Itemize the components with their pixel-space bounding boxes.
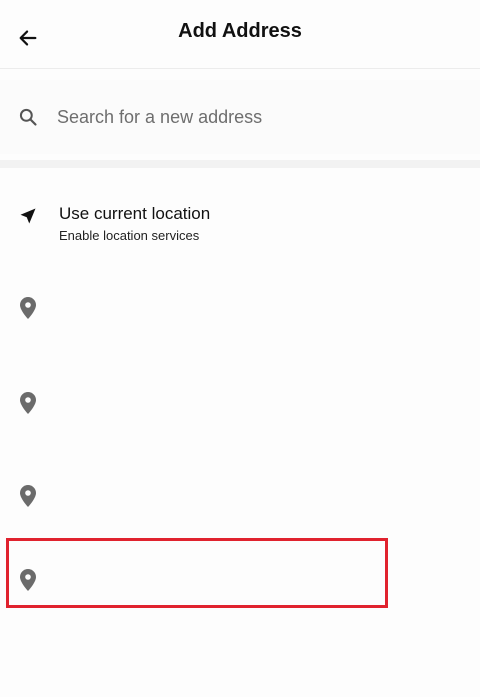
saved-address-item[interactable] [0, 275, 480, 341]
current-location-subtitle: Enable location services [59, 228, 200, 243]
section-divider [0, 160, 480, 168]
arrow-left-icon [19, 30, 37, 46]
page-title: Add Address [178, 20, 302, 42]
navigation-arrow-icon [20, 208, 36, 224]
location-pin-icon [20, 485, 36, 507]
search-bar[interactable] [0, 80, 480, 154]
search-icon [17, 106, 39, 128]
location-pin-icon [20, 297, 36, 319]
use-current-location-item[interactable]: Use current location Enable location ser… [0, 192, 480, 252]
saved-address-item[interactable] [0, 463, 480, 529]
saved-address-item[interactable] [0, 547, 480, 613]
search-input[interactable] [57, 100, 437, 134]
back-button[interactable] [10, 20, 46, 56]
current-location-title: Use current location [59, 204, 211, 223]
location-pin-icon [20, 569, 36, 591]
add-address-screen: Add Address Use current location Enable … [0, 0, 480, 697]
location-pin-icon [20, 392, 36, 414]
saved-address-item[interactable] [0, 370, 480, 436]
app-header: Add Address [0, 0, 480, 69]
